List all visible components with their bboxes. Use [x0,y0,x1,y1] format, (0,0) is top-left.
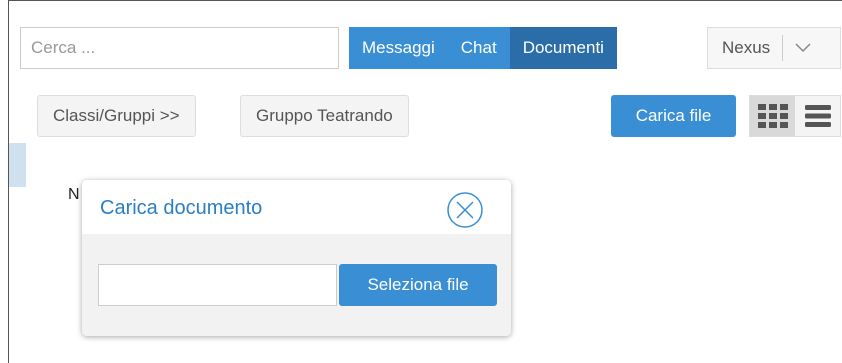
close-circle-icon[interactable] [446,191,484,229]
list-view-icon[interactable] [795,96,840,136]
chevron-down-icon[interactable] [783,43,823,53]
view-toggle [749,95,841,137]
account-label: Nexus [722,38,771,57]
modal-body: Seleziona file [82,234,511,336]
modal-title: Carica documento [100,197,263,219]
upload-file-button[interactable]: Carica file [611,95,736,137]
breadcrumb-gruppo[interactable]: Gruppo Teatrando [240,95,409,137]
upload-document-modal: Carica documento Seleziona file [82,180,511,336]
search-input[interactable] [20,27,339,69]
tab-messaggi[interactable]: Messaggi [349,27,448,69]
grid-view-icon[interactable] [750,96,795,136]
account-dropdown[interactable]: Nexus [707,27,841,69]
side-accent [9,143,26,187]
background-text: N [68,186,80,203]
modal-header: Carica documento [82,180,511,234]
tab-chat[interactable]: Chat [447,27,510,69]
select-file-button[interactable]: Seleziona file [339,264,497,306]
tab-documenti[interactable]: Documenti [509,27,617,69]
file-path-field[interactable] [98,264,337,306]
breadcrumb-classi-gruppi[interactable]: Classi/Gruppi >> [37,95,196,137]
section-tabs: Messaggi Chat Documenti [349,27,617,69]
